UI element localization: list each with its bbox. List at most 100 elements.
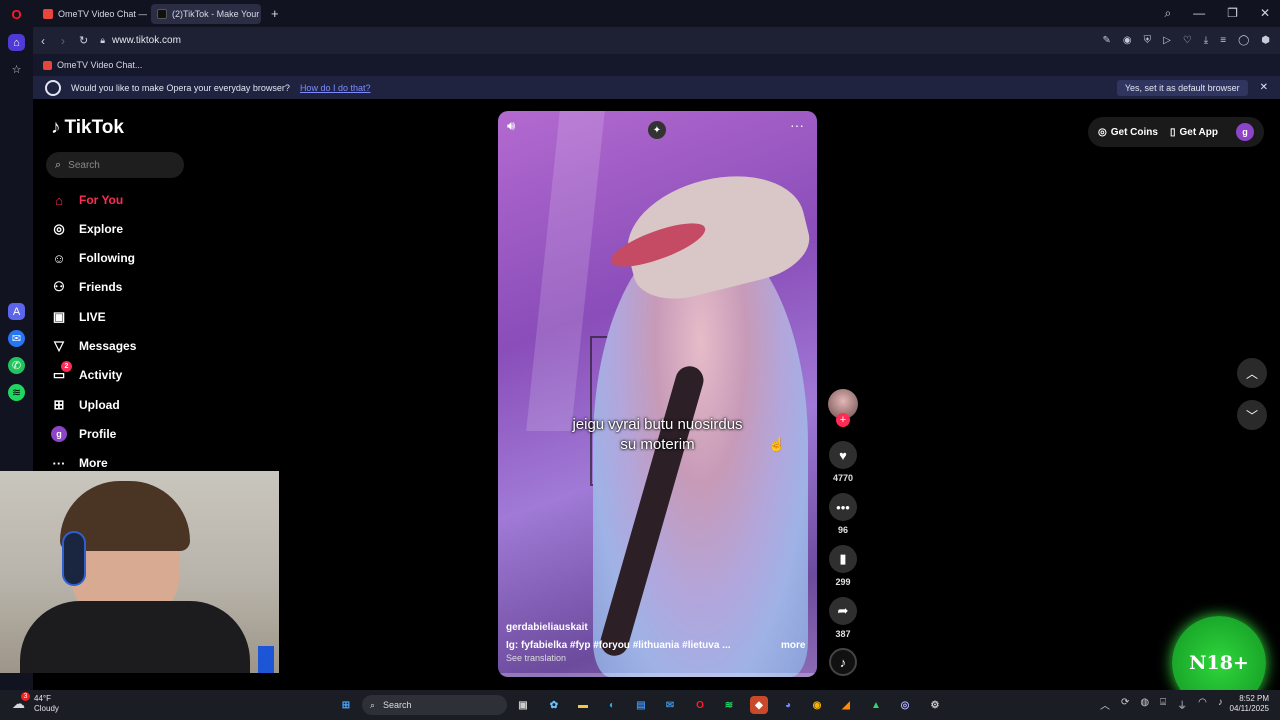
tab-ometv[interactable]: OmeTV Video Chat — Om [37, 4, 147, 24]
tiktok-disc-icon[interactable]: ♪ [829, 648, 857, 676]
opera-taskbar-icon[interactable]: O [691, 696, 709, 714]
like-action[interactable]: ♥ 4770 [829, 441, 857, 483]
tiktok-logo[interactable]: ♪ TikTok [51, 117, 124, 139]
comment-action[interactable]: ••• 96 [829, 493, 857, 535]
minimize-icon[interactable]: — [1193, 6, 1205, 21]
close-banner-icon[interactable]: ✕ [1260, 82, 1268, 93]
home-icon[interactable]: ⌂ [8, 34, 25, 51]
snapshot-icon[interactable]: ◉ [1123, 35, 1132, 46]
creator-avatar[interactable]: + [828, 389, 858, 427]
media-app-icon[interactable]: ◢ [837, 696, 855, 714]
caption-line: jeigu vyrai butu nuosirdus [572, 416, 743, 433]
star-icon[interactable]: ☆ [8, 61, 25, 78]
streamer-hoodie [20, 601, 250, 673]
extensions-icon[interactable]: ⬢ [1261, 35, 1270, 46]
speaker-icon[interactable]: ♪ [1218, 697, 1223, 712]
nav-friends[interactable]: ⚇ Friends [51, 279, 122, 295]
task-view-icon[interactable]: ▣ [514, 696, 532, 714]
outlook-icon[interactable]: ✉ [661, 696, 679, 714]
nav-for-you[interactable]: ⌂ For You [51, 192, 123, 208]
back-icon[interactable]: ‹ [41, 34, 45, 48]
microphone-icon[interactable]: ⏚ [1177, 697, 1187, 712]
store-icon[interactable]: ▤ [632, 696, 650, 714]
logo-text: TikTok [64, 117, 124, 138]
nav-profile[interactable]: g Profile [51, 426, 116, 442]
previous-video-button[interactable]: ︿ [1237, 358, 1267, 388]
discord-icon[interactable]: ◕ [779, 696, 797, 714]
wifi-icon[interactable]: ◠ [1198, 697, 1207, 712]
follow-plus-icon[interactable]: + [836, 413, 850, 427]
get-coins-button[interactable]: Get Coins [1111, 127, 1158, 138]
chrome-icon[interactable]: ◉ [808, 696, 826, 714]
whatsapp-icon[interactable]: ✆ [8, 357, 25, 374]
file-explorer-icon[interactable]: ▬ [574, 696, 592, 714]
close-window-icon[interactable]: ✕ [1260, 6, 1270, 21]
aria-icon[interactable]: A [8, 303, 25, 320]
share-icon[interactable]: ➦ [829, 597, 857, 625]
url-field[interactable]: www.tiktok.com [112, 35, 181, 46]
see-translation-link[interactable]: See translation [506, 653, 566, 663]
network-icon[interactable]: ⌸ [1160, 697, 1166, 712]
controller-icon[interactable]: ◎ [896, 696, 914, 714]
taskbar-search[interactable]: ⌕ Search [362, 695, 507, 715]
weather-widget[interactable]: ☁ 3 [12, 692, 30, 711]
video-player[interactable]: 🔊︎ ✦ ··· jeigu vyrai butu nuosirdus su m… [498, 111, 817, 677]
settings-gear-icon[interactable]: ⚙ [926, 696, 944, 714]
opera-logo-icon[interactable]: O [8, 6, 25, 23]
download-icon[interactable]: ⤓ [1204, 35, 1208, 46]
spotify-taskbar-icon[interactable]: ≋ [720, 696, 738, 714]
bookmark-icon[interactable]: ▮ [829, 545, 857, 573]
account-icon[interactable]: ◯ [1238, 35, 1249, 46]
spotify-icon[interactable]: ≋ [8, 384, 25, 401]
chevron-up-icon[interactable]: ︿ [1100, 697, 1110, 712]
menu-icon[interactable]: ≡ [1220, 35, 1226, 46]
search-input[interactable]: Search [68, 160, 100, 171]
heart-icon[interactable]: ♥ [829, 441, 857, 469]
weather-badge: 3 [21, 692, 30, 701]
sync-icon[interactable]: ⟳ [1121, 697, 1129, 712]
restore-icon[interactable]: ❐ [1227, 6, 1238, 21]
edge-icon[interactable]: ◐ [603, 696, 621, 714]
more-icon: ··· [52, 455, 66, 471]
search-tabs-icon[interactable]: ⌕ [1164, 6, 1171, 21]
forward-icon[interactable]: › [61, 34, 65, 48]
next-video-button[interactable]: ﹀ [1237, 400, 1267, 430]
save-action[interactable]: ▮ 299 [829, 545, 857, 587]
effects-icon[interactable]: ✦ [648, 121, 666, 139]
nav-explore[interactable]: ◎ Explore [51, 221, 123, 237]
nav-activity[interactable]: ▭ 2 Activity [51, 361, 122, 383]
shield-icon[interactable]: ⛨ [1144, 35, 1152, 46]
tab-tiktok[interactable]: (2)TikTok - Make Your [151, 3, 261, 24]
reload-icon[interactable]: ↻ [79, 34, 88, 47]
nav-upload[interactable]: ⊞ Upload [51, 397, 120, 413]
volume-icon[interactable]: 🔊︎ [507, 118, 515, 134]
music-disc[interactable]: ♪ [829, 648, 857, 676]
video-progress-bar[interactable] [498, 673, 817, 677]
game-app-icon[interactable]: ◆ [750, 696, 768, 714]
search-box[interactable]: ⌕ Search [46, 152, 184, 178]
share-action[interactable]: ➦ 387 [829, 597, 857, 639]
new-tab-button[interactable]: + [265, 4, 285, 24]
more-options-icon[interactable]: ··· [790, 117, 804, 133]
comment-icon[interactable]: ••• [829, 493, 857, 521]
set-default-button[interactable]: Yes, set it as default browser [1116, 79, 1248, 96]
copilot-icon[interactable]: ✿ [545, 696, 563, 714]
edit-icon[interactable]: ✎ [1103, 35, 1111, 46]
android-app-icon[interactable]: ▲ [867, 696, 885, 714]
bookmark-ometv[interactable]: OmeTV Video Chat... [57, 60, 142, 70]
heart-icon[interactable]: ♡ [1183, 35, 1192, 46]
promo-help-link[interactable]: How do I do that? [300, 83, 371, 93]
messenger-icon[interactable]: ✉ [8, 330, 25, 347]
nav-following[interactable]: ☺ Following [51, 250, 135, 266]
nav-live[interactable]: ▣ LIVE [51, 309, 106, 325]
user-avatar[interactable]: g [1236, 123, 1254, 141]
more-link[interactable]: more [781, 640, 805, 651]
player-icon[interactable]: ▷ [1163, 35, 1171, 46]
get-app-button[interactable]: Get App [1179, 127, 1218, 138]
nav-messages[interactable]: ▽ Messages [51, 338, 136, 354]
nav-more[interactable]: ··· More [51, 455, 108, 471]
windows-start-icon[interactable]: ⊞ [337, 696, 355, 714]
video-author[interactable]: gerdabieliauskait [506, 622, 588, 633]
app-tray-icon[interactable]: ◍ [1140, 697, 1149, 712]
clock[interactable]: 8:52 PM 04/11/2025 [1225, 694, 1269, 714]
